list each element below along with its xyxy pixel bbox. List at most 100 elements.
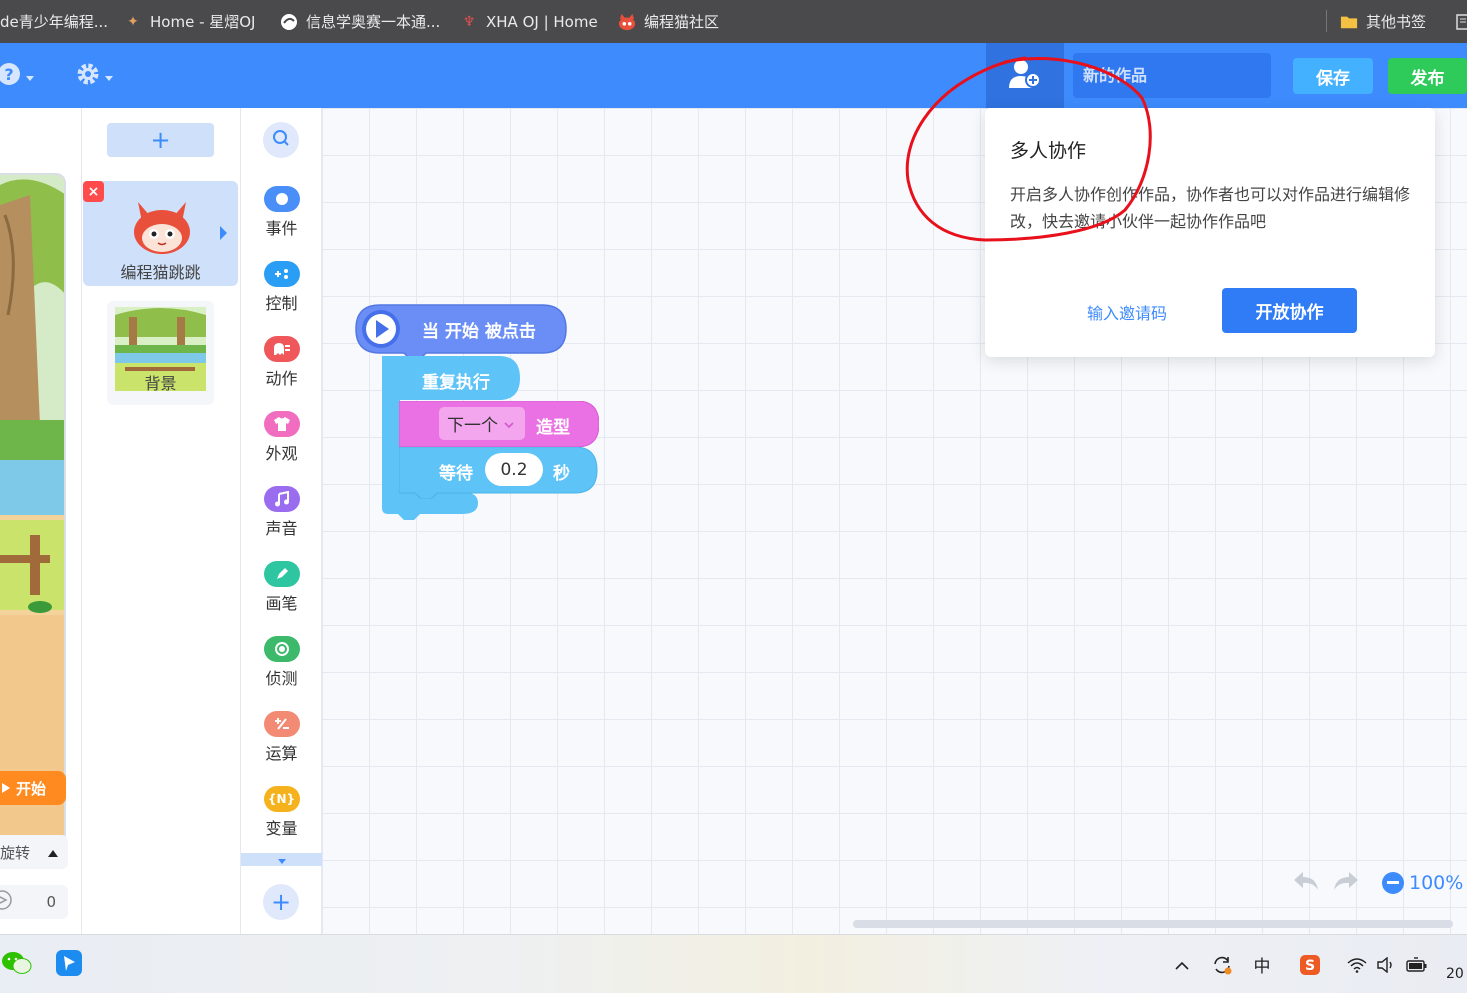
bookmark-label: de青少年编程... [0,13,109,31]
other-bookmarks-label: 其他书签 [1366,13,1427,31]
folder-icon [1340,13,1358,31]
zoom-controls: 100% [1382,866,1463,900]
save-button[interactable]: 保存 [1293,58,1373,94]
zoom-out-button[interactable] [1382,872,1404,894]
collaboration-popup: 多人协作 开启多人协作创作作品，协作者也可以对作品进行编辑修改，快去邀请小伙伴一… [985,108,1435,357]
add-user-icon [1008,59,1042,93]
ime-indicator[interactable]: 中 [1248,935,1276,993]
redo-icon [1333,872,1359,896]
category-label: 变量 [265,819,298,838]
enter-invite-code-link[interactable]: 输入邀请码 [1087,300,1167,324]
background-name: 背景 [144,374,177,393]
stage-preview[interactable] [0,173,66,865]
start-button[interactable]: 开始 [0,771,66,805]
bookmark-item[interactable]: ✦ Home - 星熠OJ [124,0,255,43]
bookmark-item[interactable]: 编程猫社区 [618,0,719,43]
looks-block-suffix: 造型 [536,418,570,438]
block-category-panel: 事件 控制 动作 外观 声音 画笔 侦测 运算 {N} 变量 + [241,108,322,934]
sprite-card[interactable]: × 编程猫跳跳 [83,181,238,286]
stage-panel: 开始 旋转 0 [0,108,82,934]
bookmark-item[interactable]: 信息学奥赛一本通... [280,0,440,43]
wait-block-prefix: 等待 [439,464,473,484]
bookmark-separator [1326,10,1327,32]
bookmark-item[interactable]: de青少年编程... [0,0,108,43]
open-collaboration-button[interactable]: 开放协作 [1222,288,1357,333]
category-sound[interactable]: 声音 [241,486,322,539]
category-control[interactable]: 控制 [241,261,322,314]
events-icon [263,186,300,212]
caret-down-icon [277,850,286,869]
codemao-logo-icon [618,13,636,31]
category-operators[interactable]: 运算 [241,711,322,764]
lark-taskbar-button[interactable] [52,935,86,993]
bookmark-item[interactable]: ♆ XHA OJ | Home [460,0,598,43]
wechat-taskbar-button[interactable] [0,935,34,993]
horizontal-scrollbar[interactable] [853,920,1453,928]
codemao-sprite-thumbnail [134,202,190,254]
shirt-icon [263,411,300,437]
bookmark-label: Home - 星熠OJ [150,13,256,31]
add-sprite-button[interactable]: + [107,123,214,157]
help-menu[interactable]: ? [0,61,34,91]
wifi-icon[interactable] [1344,935,1370,993]
undo-button[interactable] [1293,870,1319,896]
wait-seconds-block[interactable]: 等待 0.2 秒 [399,447,599,499]
svg-text:?: ? [4,65,13,84]
bookmark-label: 信息学奥赛一本通... [306,13,441,31]
battery-icon[interactable] [1404,935,1430,993]
chevron-down-icon [504,414,514,433]
project-title-input[interactable] [1073,53,1271,98]
next-costume-block[interactable]: 下一个 造型 [399,401,599,447]
costume-dropdown[interactable]: 下一个 [439,407,525,440]
category-looks[interactable]: 外观 [241,411,322,464]
category-pen[interactable]: 画笔 [241,561,322,614]
category-label: 事件 [265,219,298,238]
sprite-expand-icon[interactable] [220,226,227,240]
xha-logo-icon: ♆ [462,13,476,30]
pen-icon [263,561,300,587]
wait-seconds-value: 0.2 [500,459,528,480]
category-label: 声音 [265,519,298,538]
delete-sprite-icon[interactable]: × [83,181,104,202]
event-block-label: 当 开始 被点击 [422,322,536,342]
sprite-name: 编程猫跳跳 [120,263,201,282]
category-variables[interactable]: {N} 变量 [241,786,322,839]
collaboration-button[interactable] [986,43,1064,108]
taskbar-clock[interactable]: 20 [1446,935,1467,993]
event-when-start-block[interactable]: 当 开始 被点击 [354,303,568,359]
sogou-ime-icon[interactable]: S [1296,935,1324,993]
other-bookmarks-folder[interactable]: 其他书签 [1340,0,1426,43]
variables-icon: {N} [263,786,300,812]
rotate-label: 旋转 [0,843,31,862]
category-motion[interactable]: 动作 [241,336,322,389]
operators-icon [263,711,300,737]
add-extension-button[interactable]: + [263,884,299,920]
help-icon: ? [0,61,22,91]
wechat-icon [2,951,32,979]
category-label: 外观 [265,444,298,463]
app-icon [55,949,83,981]
os-taskbar: 中 S 20 [0,934,1467,993]
category-label: 控制 [265,294,298,313]
show-hidden-icons-button[interactable] [1170,935,1194,993]
rotate-control[interactable]: 旋转 [0,835,68,869]
redo-button[interactable] [1333,870,1359,896]
category-events[interactable]: 事件 [241,186,322,239]
volume-icon[interactable] [1374,935,1398,993]
bookmark-label: 编程猫社区 [644,13,720,31]
undo-icon [1293,872,1319,896]
background-card[interactable]: 背景 [107,301,214,405]
caret-up-icon [48,843,58,861]
settings-menu[interactable] [75,61,113,91]
wait-block-unit: 秒 [553,464,570,484]
category-sensing[interactable]: 侦测 [241,636,322,689]
wait-seconds-input[interactable]: 0.2 [485,453,543,486]
direction-field[interactable]: 0 [0,885,68,919]
control-icon [263,261,300,287]
block-search-button[interactable] [263,122,299,158]
sync-tray-icon[interactable] [1208,935,1236,993]
more-categories-button[interactable] [241,853,322,866]
category-label: 动作 [265,369,298,388]
reading-list-icon[interactable] [1456,0,1467,43]
publish-button[interactable]: 发布 [1388,58,1467,94]
